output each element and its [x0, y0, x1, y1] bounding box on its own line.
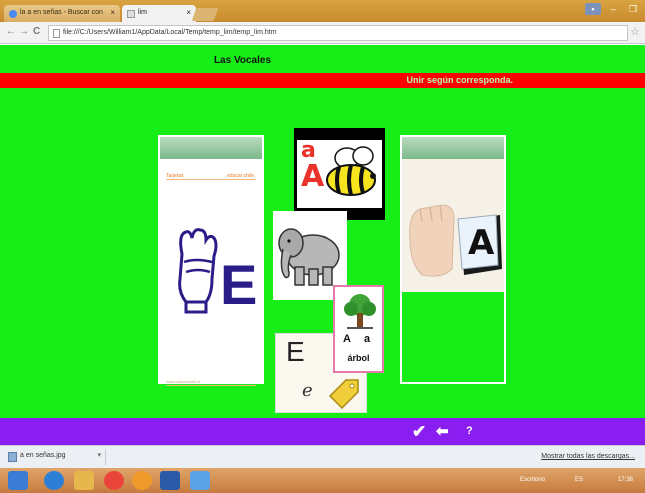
divider	[166, 385, 256, 386]
download-item[interactable]: a en señas.jpg ▾	[6, 449, 106, 465]
chevron-down-icon[interactable]: ▾	[97, 451, 101, 459]
chrome-icon[interactable]	[104, 471, 124, 490]
reload-button[interactable]: C	[33, 26, 40, 37]
window-controls: ▪ – ❐	[585, 3, 641, 15]
letter-a-upper: A	[343, 333, 351, 345]
control-bar: ✔ ⬅ ?	[0, 418, 645, 445]
tree-icon	[344, 294, 376, 329]
page-title: Las Vocales	[213, 55, 272, 66]
letter-e-lower: e	[302, 380, 313, 401]
back-button[interactable]: ←	[6, 26, 16, 37]
page-icon	[53, 29, 60, 38]
a-sign-card[interactable]: A	[402, 159, 504, 292]
drop-zone-right[interactable]: A	[400, 135, 506, 384]
media-player-icon[interactable]	[132, 471, 152, 490]
page-icon	[127, 10, 135, 18]
desktop-label[interactable]: Escritorio	[520, 477, 545, 483]
address-text: file:///C:/Users/William1/AppData/Local/…	[63, 29, 277, 36]
divider	[166, 179, 256, 180]
word-icon[interactable]	[160, 471, 180, 490]
elephant-icon	[278, 228, 340, 286]
letter-e-upper: E	[286, 336, 305, 367]
user-profile-icon[interactable]: ▪	[585, 3, 601, 15]
address-bar[interactable]: file:///C:/Users/William1/AppData/Local/…	[48, 25, 628, 41]
activity-stage: Las Vocales Unir según corresponda. Tarj…	[0, 45, 645, 445]
forward-button[interactable]: →	[19, 26, 29, 37]
bee-card-face: a A	[297, 140, 382, 208]
browser-toolbar: ← → C file:///C:/Users/William1/AppData/…	[0, 22, 645, 44]
ie-icon[interactable]	[44, 471, 64, 490]
google-icon	[9, 10, 17, 18]
download-filename: a en señas.jpg	[20, 452, 66, 459]
letter-a-upper: A	[301, 159, 325, 194]
help-button[interactable]: ?	[466, 425, 473, 437]
folder-icon[interactable]	[74, 471, 94, 490]
letter-a-lower: a	[364, 333, 371, 345]
hand-sign-e-icon	[178, 228, 218, 314]
instruction-bar: Unir según corresponda.	[0, 73, 645, 88]
drop-zone-header	[160, 137, 262, 159]
show-all-downloads-link[interactable]: Mostrar todas las descargas...	[541, 453, 635, 460]
minimize-button[interactable]: –	[605, 3, 621, 15]
close-icon[interactable]: ×	[110, 8, 115, 17]
back-arrow-button[interactable]: ⬅	[436, 422, 449, 440]
close-icon[interactable]: ×	[186, 8, 191, 17]
language-indicator[interactable]: ES	[575, 477, 583, 483]
tag-icon	[328, 379, 359, 410]
tab-lim-label: lim	[138, 9, 147, 16]
bookmark-star-icon[interactable]: ☆	[630, 25, 640, 38]
bee-icon	[326, 146, 376, 196]
tab-search[interactable]: la a en señas - Buscar con ×	[4, 5, 120, 22]
maximize-button[interactable]: ❐	[625, 3, 641, 15]
letter-e: E	[220, 253, 258, 316]
tab-search-label: la a en señas - Buscar con	[20, 9, 103, 16]
sheet-footer: www.educarchile.cl	[166, 379, 201, 384]
clock[interactable]: 17:38	[618, 477, 633, 483]
letter-a: A	[468, 223, 495, 263]
lim-app-icon[interactable]	[190, 471, 210, 490]
browser-tab-strip: la a en señas - Buscar con × lim × ▪ – ❐	[0, 0, 645, 22]
new-tab-button[interactable]	[191, 8, 219, 21]
tab-lim[interactable]: lim ×	[122, 5, 196, 22]
check-button[interactable]: ✔	[412, 422, 426, 442]
card-word: árbol	[347, 353, 370, 363]
start-icon[interactable]	[8, 471, 28, 490]
image-file-icon	[8, 452, 17, 462]
instruction-text: Unir según corresponda.	[406, 75, 513, 85]
drop-zone-left[interactable]: Tarjetas educar chile E www.educarchile.…	[158, 135, 264, 386]
e-sign-card[interactable]: Tarjetas educar chile E www.educarchile.…	[160, 159, 262, 386]
card-tree[interactable]: A a árbol	[333, 285, 384, 373]
download-shelf: a en señas.jpg ▾ Mostrar todas las desca…	[0, 445, 645, 468]
card-bee[interactable]: a A	[294, 128, 385, 220]
drop-zone-header	[402, 137, 504, 159]
taskbar: Escritorio ES 17:38	[0, 468, 645, 493]
